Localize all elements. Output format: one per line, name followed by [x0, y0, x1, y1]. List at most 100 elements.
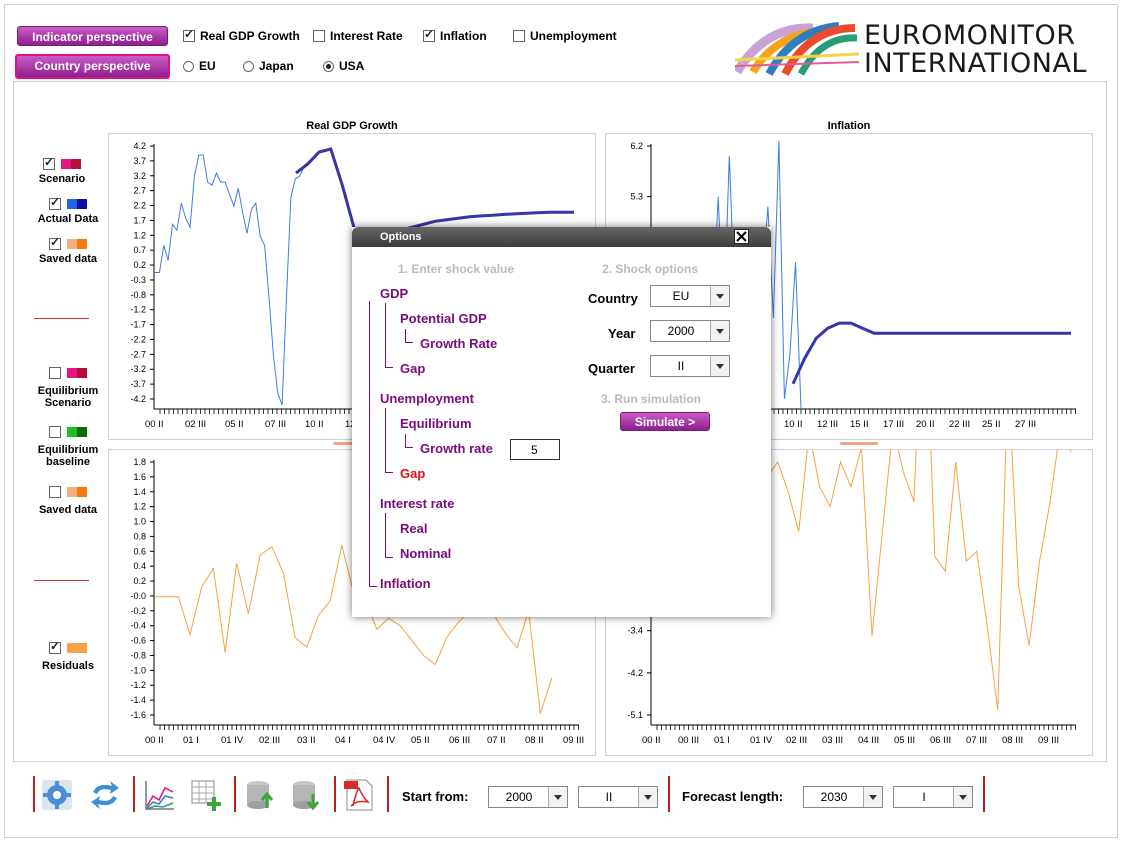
chevron-down-icon[interactable] [710, 321, 729, 341]
legend-label: Equilibrium baseline [37, 444, 99, 468]
country-perspective-button[interactable]: Country perspective [15, 54, 170, 79]
indicator-checkbox-unemployment[interactable]: Unemployment [513, 29, 617, 43]
tree-item-real[interactable]: Real [400, 521, 427, 536]
chevron-down-icon[interactable] [710, 356, 729, 376]
x-tick-label: 03 II [297, 735, 316, 746]
color-swatch [61, 159, 81, 169]
y-tick-label: -3.4 [627, 626, 643, 636]
checkbox-icon[interactable] [43, 155, 55, 170]
dialog-header: Options [352, 227, 771, 247]
series-line-scenario [791, 321, 1071, 385]
logo-text-line1: EUROMONITOR [864, 20, 1076, 51]
y-tick-label: -3.2 [130, 364, 146, 374]
start-quarter-select[interactable]: II [578, 786, 658, 808]
tree-line [385, 472, 393, 473]
indicator-checkbox-gdp[interactable]: Real GDP Growth [183, 27, 300, 43]
tree-item-equilibrium[interactable]: Equilibrium [400, 416, 472, 431]
tree-item-unemployment-gap[interactable]: Gap [400, 466, 425, 481]
line-chart-icon[interactable] [143, 778, 177, 812]
toolbar-separator [387, 776, 389, 812]
legend-eq-scenario[interactable]: Equilibrium Scenario [23, 367, 113, 409]
database-upload-icon[interactable] [243, 778, 277, 812]
toolbar-separator [983, 776, 985, 812]
dialog-title: Options [380, 231, 422, 243]
forecast-year-select[interactable]: 2030 [803, 786, 883, 808]
pdf-export-icon[interactable] [342, 778, 376, 812]
checkbox-icon[interactable] [49, 235, 61, 250]
x-tick-label: 06 III [449, 735, 470, 746]
country-radio-eu[interactable]: EU [183, 59, 216, 73]
logo-text-line2: INTERNATIONAL [864, 48, 1087, 79]
y-tick-label: 4.2 [133, 141, 146, 151]
year-label: Year [608, 326, 636, 341]
checkbox-icon[interactable] [183, 27, 195, 42]
tree-line [369, 586, 377, 587]
checkbox-icon[interactable] [313, 30, 325, 42]
checkbox-icon[interactable] [49, 639, 61, 654]
start-from-label: Start from: [402, 789, 469, 804]
start-year-select[interactable]: 2000 [488, 786, 568, 808]
x-tick-label: 01 I [714, 735, 730, 746]
x-tick-label: 09 III [1038, 735, 1059, 746]
refresh-icon[interactable] [88, 778, 122, 812]
y-tick-label: -2.7 [130, 349, 146, 359]
add-table-icon[interactable] [189, 778, 223, 812]
country-select[interactable]: EU [650, 285, 730, 307]
legend-eq-baseline[interactable]: Equilibrium baseline [23, 426, 113, 468]
checkbox-icon[interactable] [423, 27, 435, 42]
legend-saved2[interactable]: Saved data [23, 486, 113, 516]
tree-item-potential-gdp[interactable]: Potential GDP [400, 311, 487, 326]
country-label: USA [339, 59, 365, 73]
close-icon[interactable] [734, 229, 749, 244]
quarter-select[interactable]: II [650, 355, 730, 377]
chevron-down-icon[interactable] [638, 787, 657, 807]
tree-item-nominal[interactable]: Nominal [400, 546, 451, 561]
chart-scroll-handle[interactable] [840, 442, 878, 445]
legend-scenario[interactable]: Scenario [17, 155, 107, 185]
tree-item-interest-rate[interactable]: Interest rate [380, 496, 454, 511]
indicator-perspective-button[interactable]: Indicator perspective [17, 26, 168, 46]
tree-item-gdp[interactable]: GDP [380, 286, 408, 301]
country-radio-usa[interactable]: USA [323, 59, 364, 73]
country-radio-japan[interactable]: Japan [243, 59, 294, 73]
x-tick-label: 00 II [145, 419, 164, 430]
legend-saved[interactable]: Saved data [23, 235, 113, 265]
y-tick-label: 1.0 [133, 517, 146, 527]
y-tick-label: -4.2 [627, 668, 643, 678]
radio-icon[interactable] [183, 60, 194, 72]
forecast-quarter-select[interactable]: I [893, 786, 973, 808]
checkbox-icon[interactable] [49, 195, 61, 210]
shock-value-input[interactable] [510, 439, 560, 460]
chart-scroll-handle[interactable] [333, 442, 353, 445]
checkbox-icon[interactable] [49, 367, 61, 379]
tree-item-unemployment[interactable]: Unemployment [380, 391, 474, 406]
tree-item-growth-rate[interactable]: Growth Rate [420, 336, 497, 351]
chevron-down-icon[interactable] [548, 787, 567, 807]
tree-item-unemployment-growth-rate[interactable]: Growth rate [420, 441, 493, 456]
chevron-down-icon[interactable] [953, 787, 972, 807]
database-download-icon[interactable] [289, 778, 323, 812]
checkbox-icon[interactable] [513, 30, 525, 42]
indicator-checkbox-interest[interactable]: Interest Rate [313, 29, 403, 43]
radio-icon[interactable] [243, 60, 254, 72]
select-value: II [605, 790, 613, 804]
toolbar-separator [234, 776, 236, 812]
settings-icon[interactable] [40, 778, 74, 812]
chevron-down-icon[interactable] [863, 787, 882, 807]
year-select[interactable]: 2000 [650, 320, 730, 342]
legend-residuals[interactable]: Residuals [23, 639, 113, 672]
x-tick-label: 10 II [305, 419, 324, 430]
checkbox-icon[interactable] [49, 486, 61, 498]
tree-item-gap[interactable]: Gap [400, 361, 425, 376]
chevron-down-icon[interactable] [710, 286, 729, 306]
tree-item-inflation[interactable]: Inflation [380, 576, 431, 591]
radio-icon[interactable] [323, 60, 334, 72]
y-tick-label: 3.2 [133, 171, 146, 181]
checkbox-icon[interactable] [49, 426, 61, 438]
simulate-button[interactable]: Simulate > [620, 412, 710, 431]
x-tick-label: 00 II [145, 735, 164, 746]
legend-actual[interactable]: Actual Data [23, 195, 113, 225]
y-tick-label: -1.4 [130, 695, 146, 705]
indicator-checkbox-inflation[interactable]: Inflation [423, 27, 487, 43]
tree-line [385, 367, 393, 368]
